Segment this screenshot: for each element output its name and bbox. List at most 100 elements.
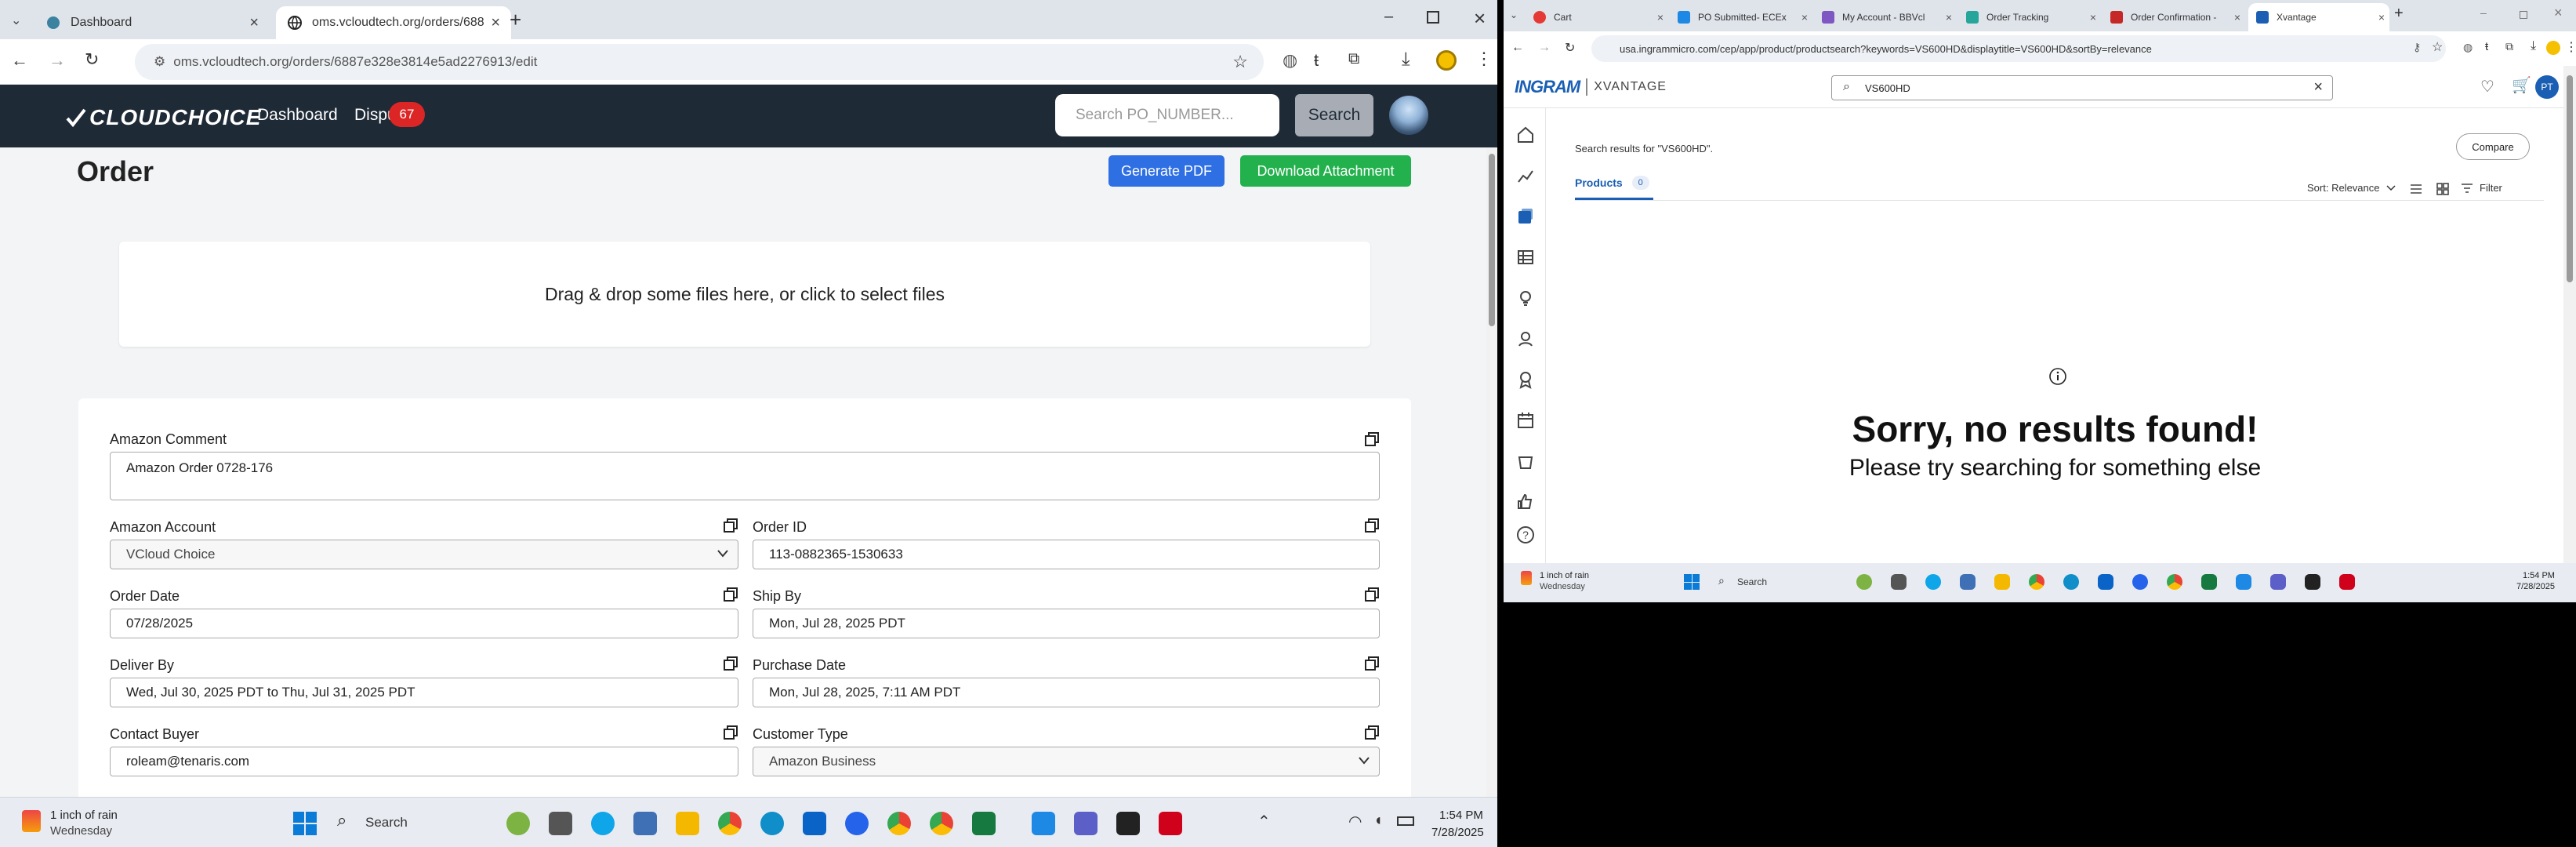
new-tab-icon[interactable]: + xyxy=(2394,5,2404,23)
user-avatar[interactable] xyxy=(1389,96,1428,135)
text-icon[interactable]: ŧ xyxy=(2485,40,2488,53)
taskbar-search[interactable]: Search xyxy=(365,815,408,831)
app-icon[interactable] xyxy=(1032,812,1055,835)
back-icon[interactable]: ← xyxy=(1511,41,1524,55)
menu-dots-icon[interactable]: ⋮ xyxy=(1475,49,1493,69)
clock-time[interactable]: 1:54 PM xyxy=(2523,571,2555,580)
acrobat-icon[interactable] xyxy=(1159,812,1182,835)
bookmark-star-icon[interactable]: ☆ xyxy=(1232,52,1248,72)
close-icon[interactable]: × xyxy=(491,15,500,31)
close-window-icon[interactable]: × xyxy=(1474,6,1486,31)
download-icon[interactable]: ⤓ xyxy=(2531,39,2536,53)
generate-pdf-button[interactable]: Generate PDF xyxy=(1108,155,1225,187)
order-id-field[interactable]: 113-0882365-1530633 xyxy=(753,540,1380,569)
close-icon[interactable]: × xyxy=(249,15,259,31)
forward-icon[interactable]: → xyxy=(49,50,66,71)
chrome-icon[interactable] xyxy=(930,812,953,835)
ingram-xvantage-logo[interactable]: INGRAM XVANTAGE xyxy=(1515,77,1667,97)
chrome-icon[interactable] xyxy=(718,812,742,835)
app-icon[interactable] xyxy=(1116,812,1140,835)
grid-view-icon[interactable] xyxy=(2436,182,2450,196)
windows-start-icon[interactable] xyxy=(1684,574,1700,590)
tray-chevron-icon[interactable]: ⌃ xyxy=(1257,812,1271,831)
right-page-scrollbar-thumb[interactable] xyxy=(2567,75,2573,282)
reload-icon[interactable]: ↻ xyxy=(1565,40,1575,56)
site-info-icon[interactable]: ⚙ xyxy=(154,54,165,70)
tab-cart[interactable]: Cart × xyxy=(1527,3,1668,31)
copy-icon[interactable] xyxy=(1364,587,1380,602)
clear-search-icon[interactable]: × xyxy=(2313,78,2323,96)
menu-dots-icon[interactable]: ⋮ xyxy=(2565,39,2576,55)
app-icon[interactable] xyxy=(591,812,615,835)
customer-type-select[interactable]: Amazon Business xyxy=(753,747,1380,776)
url-field[interactable]: usa.ingrammicro.com/cep/app/product/prod… xyxy=(1591,35,2446,62)
table-icon[interactable] xyxy=(1516,248,1535,267)
amazon-comment-textarea[interactable]: Amazon Order 0728-176 xyxy=(110,452,1380,500)
award-icon[interactable] xyxy=(1516,370,1535,389)
minimize-icon[interactable]: – xyxy=(1384,8,1393,26)
thumbs-up-icon[interactable] xyxy=(1516,493,1535,511)
copy-icon[interactable] xyxy=(723,587,738,602)
favorites-heart-icon[interactable]: ♡ xyxy=(2480,77,2494,96)
weather-icon[interactable] xyxy=(22,810,41,832)
lightbulb-icon[interactable] xyxy=(1516,289,1535,307)
taskbar-search[interactable]: Search xyxy=(1737,576,1767,587)
copy-icon[interactable] xyxy=(1364,725,1380,740)
amazon-account-select[interactable]: VCloud Choice xyxy=(110,540,738,569)
tab-my-account[interactable]: My Account - BBVcl × xyxy=(1816,3,1957,31)
close-icon[interactable]: × xyxy=(1946,11,1952,24)
excel-icon[interactable] xyxy=(972,812,996,835)
outlook-icon[interactable] xyxy=(2098,574,2113,590)
chrome-icon[interactable] xyxy=(2029,574,2044,590)
bookmark-star-icon[interactable]: ☆ xyxy=(2432,39,2443,55)
url-field[interactable]: ⚙ oms.vcloudtech.org/orders/6887e328e381… xyxy=(135,44,1264,80)
close-icon[interactable]: × xyxy=(2090,11,2096,24)
acrobat-icon[interactable] xyxy=(2339,574,2355,590)
close-icon[interactable]: × xyxy=(1801,11,1808,24)
file-dropzone[interactable]: Drag & drop some files here, or click to… xyxy=(119,242,1370,347)
deliver-by-field[interactable]: Wed, Jul 30, 2025 PDT to Thu, Jul 31, 20… xyxy=(110,678,738,707)
help-icon[interactable]: ? xyxy=(1516,525,1535,544)
wifi-icon[interactable]: ◠ xyxy=(1348,812,1362,831)
purchase-date-field[interactable]: Mon, Jul 28, 2025, 7:11 AM PDT xyxy=(753,678,1380,707)
filter-button[interactable]: Filter xyxy=(2461,182,2502,194)
list-view-icon[interactable] xyxy=(2409,184,2423,194)
copy-icon[interactable] xyxy=(1364,518,1380,533)
teams-icon[interactable] xyxy=(1074,812,1098,835)
products-icon[interactable] xyxy=(1516,207,1535,226)
nav-dashboard[interactable]: Dashboard xyxy=(257,106,338,125)
zoom-icon[interactable] xyxy=(2132,574,2148,590)
order-date-field[interactable]: 07/28/2025 xyxy=(110,609,738,638)
file-explorer-icon[interactable] xyxy=(676,812,699,835)
tab-order-tracking[interactable]: Order Tracking × xyxy=(1960,3,2101,31)
restore-icon[interactable] xyxy=(1427,11,1439,24)
app-icon[interactable] xyxy=(2305,574,2320,590)
clock-date[interactable]: 7/28/2025 xyxy=(1431,826,1484,839)
search-button[interactable]: Search xyxy=(1295,94,1373,136)
analytics-icon[interactable] xyxy=(1516,166,1535,185)
product-search-input[interactable]: ⌕ VS600HD × xyxy=(1831,75,2333,100)
restore-icon[interactable] xyxy=(2520,11,2527,19)
download-icon[interactable]: ⤓ xyxy=(1402,49,1410,71)
tab-search-icon[interactable]: ⌄ xyxy=(1510,9,1518,20)
file-explorer-icon[interactable] xyxy=(1994,574,2010,590)
edge-icon[interactable] xyxy=(760,812,784,835)
copy-icon[interactable] xyxy=(1364,431,1380,447)
po-number-search-input[interactable]: Search PO_NUMBER... xyxy=(1055,94,1279,136)
excel-icon[interactable] xyxy=(2201,574,2217,590)
contact-buyer-field[interactable]: roleam@tenaris.com xyxy=(110,747,738,776)
copy-icon[interactable] xyxy=(723,518,738,533)
profile-icon[interactable] xyxy=(2546,41,2560,55)
sort-dropdown[interactable]: Sort: Relevance xyxy=(2307,182,2396,194)
chrome-icon[interactable] xyxy=(887,812,911,835)
page-scrollbar-thumb[interactable] xyxy=(1489,154,1495,326)
profile-icon[interactable] xyxy=(1436,50,1457,71)
text-icon[interactable]: ŧ xyxy=(1314,50,1319,71)
puzzle-icon[interactable]: ⧉ xyxy=(1348,50,1359,68)
zoom-icon[interactable] xyxy=(845,812,869,835)
volume-icon[interactable]: ◖ xyxy=(1373,812,1383,830)
download-attachment-button[interactable]: Download Attachment xyxy=(1240,155,1411,187)
tab-po-submitted[interactable]: PO Submitted- ECEx × xyxy=(1671,3,1812,31)
clock-time[interactable]: 1:54 PM xyxy=(1439,809,1483,822)
back-icon[interactable]: ← xyxy=(11,50,28,71)
